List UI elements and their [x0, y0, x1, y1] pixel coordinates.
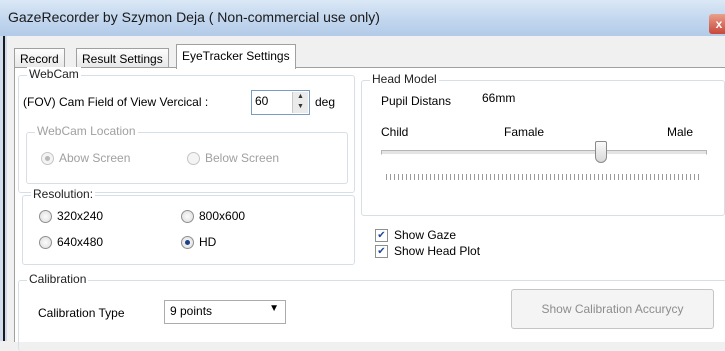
resolution-800x600-label: 800x600 [199, 209, 246, 223]
stepper-up-icon[interactable]: ▲ [293, 92, 308, 102]
slider-label-child: Child [381, 125, 409, 139]
checkmark-icon: ✔ [377, 230, 386, 241]
show-head-plot-checkbox[interactable]: ✔ [375, 245, 388, 258]
calibration-type-value: 9 points [170, 304, 213, 318]
slider-label-famale: Famale [504, 125, 545, 139]
resolution-640x480-radio[interactable] [39, 236, 52, 249]
webcam-group: WebCam (FOV) Cam Field of View Vercical … [18, 67, 355, 193]
radio-selected-dot [45, 156, 50, 161]
fov-label: (FOV) Cam Field of View Vercical : [23, 95, 209, 109]
calibration-group: Calibration Calibration Type 9 points ▼ … [18, 272, 725, 351]
abow-screen-radio[interactable] [41, 152, 54, 165]
resolution-640x480-label: 640x480 [57, 235, 104, 249]
title-bar: GazeRecorder by Szymon Deja ( Non-commer… [0, 0, 725, 36]
resolution-legend: Resolution: [31, 187, 96, 201]
chevron-down-icon: ▼ [269, 303, 279, 314]
head-model-slider-thumb[interactable] [595, 141, 608, 163]
tab-record[interactable]: Record [14, 48, 65, 69]
head-model-slider-track[interactable] [381, 150, 707, 155]
slider-label-male: Male [667, 125, 694, 139]
close-icon: x [715, 17, 723, 31]
show-gaze-checkbox[interactable]: ✔ [375, 229, 388, 242]
show-gaze-label: Show Gaze [394, 228, 457, 242]
resolution-800x600-radio[interactable] [181, 210, 194, 223]
fov-stepper-arrows: ▲ ▼ [292, 92, 308, 113]
resolution-group: Resolution: 320x240 800x600 640x480 HD [22, 187, 355, 265]
show-head-plot-label: Show Head Plot [394, 244, 481, 258]
show-calibration-accuracy-button[interactable]: Show Calibration Accurycy [511, 289, 714, 329]
window-left-edge [0, 36, 7, 341]
window-title: GazeRecorder by Szymon Deja ( Non-commer… [8, 9, 380, 25]
fov-unit: deg [315, 95, 336, 109]
pupil-distance-label: Pupil Distans [381, 94, 452, 108]
fov-value[interactable]: 60 [255, 94, 268, 108]
calibration-type-label: Calibration Type [38, 306, 125, 320]
webcam-legend: WebCam [27, 67, 81, 81]
slider-ticks [386, 174, 700, 180]
webcam-location-group: WebCam Location Abow Screen Below Screen [26, 124, 348, 184]
resolution-320x240-label: 320x240 [57, 209, 104, 223]
close-button[interactable]: x [709, 14, 725, 34]
resolution-hd-radio[interactable] [181, 236, 194, 249]
below-screen-radio[interactable] [187, 152, 200, 165]
eyetracker-settings-panel: WebCam (FOV) Cam Field of View Vercical … [14, 67, 725, 351]
radio-selected-dot [185, 240, 190, 245]
tab-eyetracker-settings[interactable]: EyeTracker Settings [176, 44, 296, 69]
resolution-320x240-radio[interactable] [39, 210, 52, 223]
below-screen-label: Below Screen [205, 151, 280, 165]
head-model-group: Head Model Pupil Distans 66mm Child Fama… [361, 72, 725, 216]
calibration-type-select[interactable]: 9 points ▼ [164, 300, 286, 324]
calibration-legend: Calibration [27, 272, 89, 286]
pupil-distance-value: 66mm [482, 91, 516, 105]
head-model-legend: Head Model [370, 72, 439, 86]
tab-result-settings[interactable]: Result Settings [76, 48, 169, 69]
resolution-hd-label: HD [199, 235, 217, 249]
checkmark-icon: ✔ [377, 246, 386, 257]
abow-screen-label: Abow Screen [59, 151, 131, 165]
webcam-location-legend: WebCam Location [35, 124, 138, 138]
stepper-down-icon[interactable]: ▼ [293, 102, 308, 112]
fov-stepper[interactable]: 60 ▲ ▼ [251, 90, 310, 115]
